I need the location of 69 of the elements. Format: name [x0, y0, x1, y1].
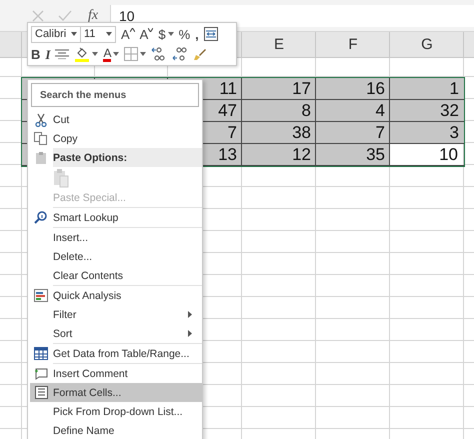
search-field[interactable]: Search the menus: [31, 83, 199, 107]
column-header[interactable]: F: [316, 32, 390, 57]
table-cell-text: 32: [439, 100, 460, 122]
table-cell-text: 35: [365, 144, 386, 166]
caret-up-icon: [130, 28, 135, 32]
menu-item[interactable]: Filter: [28, 305, 202, 324]
quick-analysis-icon: [34, 289, 48, 302]
submenu-arrow-icon: [188, 330, 192, 337]
font-color-button[interactable]: A: [103, 46, 112, 62]
menu-section-header: Paste Options:: [53, 148, 202, 167]
table-cell-text: 4: [374, 100, 386, 122]
italic-button[interactable]: I: [45, 48, 50, 60]
table-cell-text: 7: [226, 122, 238, 144]
center-align-icon[interactable]: [55, 49, 70, 59]
menu-item[interactable]: Sort: [28, 324, 202, 343]
menu-item[interactable]: Get Data from Table/Range...: [28, 344, 202, 363]
copy-icon: [34, 132, 47, 145]
grow-font-button[interactable]: A: [121, 28, 135, 40]
table-cell-text: 12: [291, 144, 312, 166]
table-cell-text: 47: [217, 100, 238, 122]
font-size-dropdown[interactable]: 11: [80, 26, 116, 42]
menu-item[interactable]: Quick Analysis: [28, 286, 202, 305]
table-cell-text: 11: [218, 78, 238, 100]
menu-item[interactable]: Format Cells...: [30, 383, 202, 402]
table-cell-text: 13: [217, 144, 238, 166]
bold-button[interactable]: B: [31, 48, 40, 60]
menu-item[interactable]: Pick From Drop-down List...: [28, 402, 202, 421]
comma-button[interactable]: ,: [195, 28, 199, 40]
menu-item[interactable]: Cut: [28, 110, 202, 129]
menu-item[interactable]: Smart Lookup: [28, 208, 202, 227]
table-cell-text: 38: [291, 122, 312, 144]
table-cell-text: 16: [365, 78, 386, 100]
scissors-icon: [34, 112, 46, 126]
percent-button[interactable]: %: [178, 28, 190, 40]
caret-icon[interactable]: [140, 52, 146, 56]
caret-icon[interactable]: [113, 52, 120, 56]
caret-down-icon: [148, 28, 154, 32]
format-cells-icon: [35, 386, 48, 399]
fill-color-icon[interactable]: [74, 46, 90, 62]
clipboard-icon: [34, 150, 46, 164]
table-cell-text: 8: [300, 100, 312, 122]
menu-item[interactable]: Insert...: [28, 228, 202, 247]
column-header[interactable]: G: [390, 32, 464, 57]
comment-icon: [34, 368, 48, 380]
menu-item[interactable]: Copy: [28, 129, 202, 148]
submenu-arrow-icon: [188, 311, 192, 318]
increase-decimal-icon[interactable]: [151, 47, 168, 61]
menu-item[interactable]: Clear Contents: [28, 266, 202, 285]
menu-item[interactable]: Insert Comment: [28, 364, 202, 383]
paintbrush-icon[interactable]: [193, 47, 208, 61]
table-cell-text: 7: [374, 122, 386, 144]
menu-item[interactable]: Define Name: [28, 421, 202, 439]
column-header[interactable]: E: [242, 32, 316, 57]
wrap-text-icon[interactable]: [204, 27, 218, 41]
table-cell: 10: [390, 144, 463, 165]
insert-function-button[interactable]: fx: [88, 8, 108, 24]
decrease-decimal-icon[interactable]: [172, 47, 188, 61]
search-info-icon: [34, 211, 47, 224]
formula-field[interactable]: 10: [110, 4, 474, 26]
currency-button[interactable]: $: [158, 28, 166, 40]
check-icon[interactable]: [58, 10, 72, 22]
table-icon: [34, 347, 48, 360]
table-cell-text: 3: [448, 122, 460, 144]
caret-icon[interactable]: [92, 52, 98, 56]
shrink-font-button[interactable]: A: [140, 28, 154, 40]
menu-item[interactable]: Delete...: [28, 247, 202, 266]
table-cell-text: 17: [291, 78, 312, 100]
table-cell-text: 1: [448, 78, 460, 100]
font-dropdown[interactable]: Calibri: [31, 26, 81, 42]
